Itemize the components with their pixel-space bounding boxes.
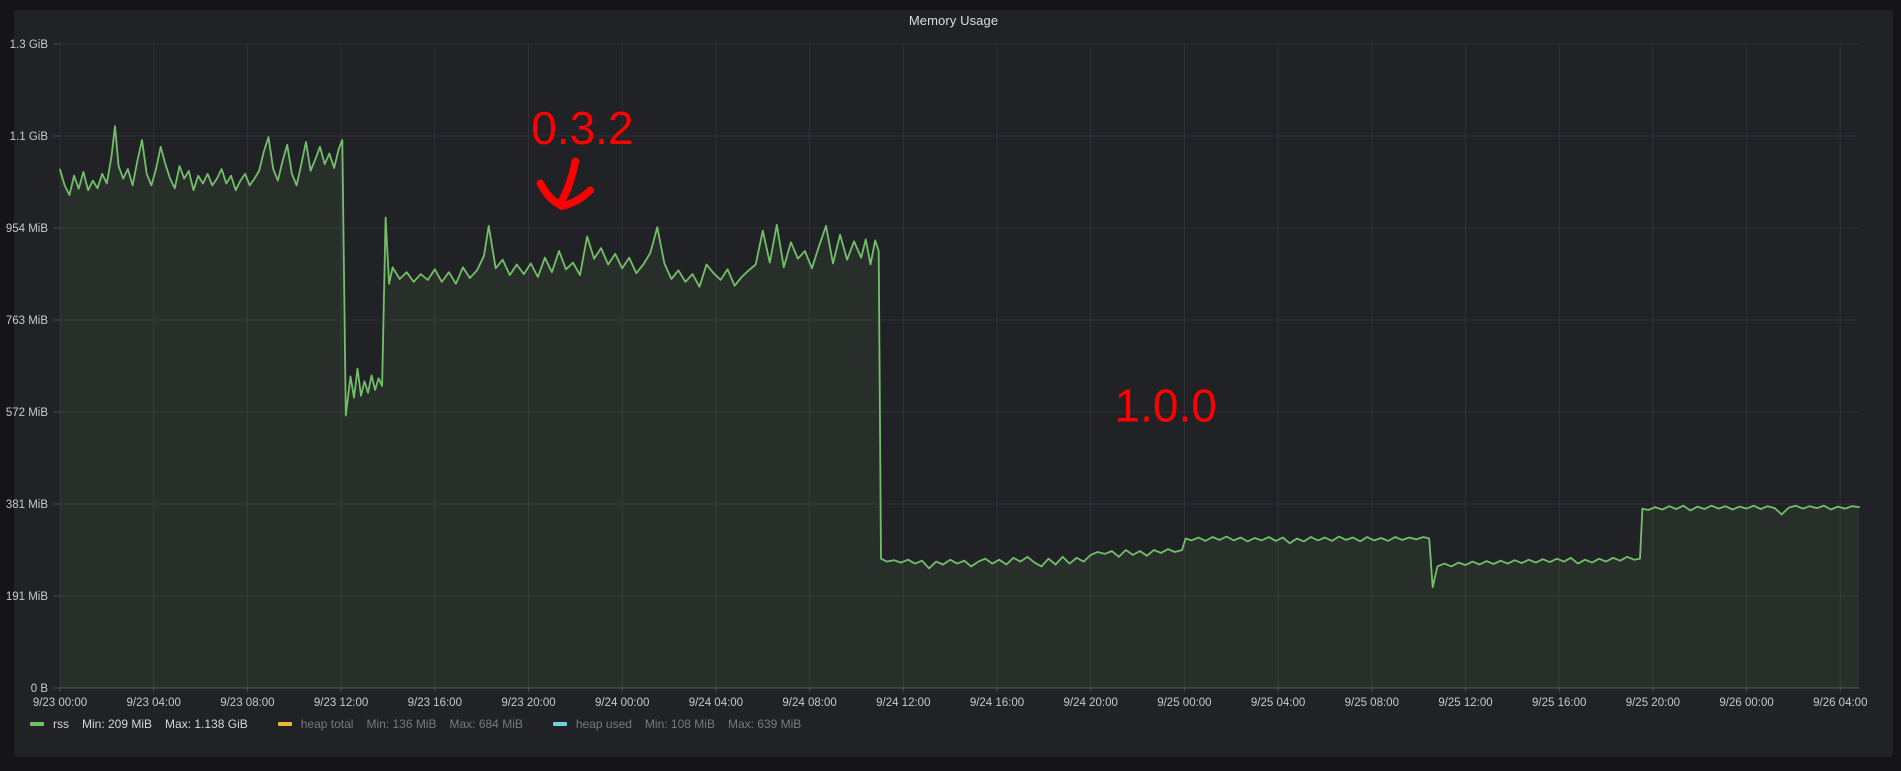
annotation-text: 0.3.2 [531,102,633,154]
y-axis-label: 381 MiB [6,499,49,511]
x-axis-label: 9/25 20:00 [1626,697,1680,709]
x-axis-label: 9/24 08:00 [782,697,836,709]
grafana-dashboard: Memory Usage 0 B191 MiB381 MiB572 MiB763… [0,0,1901,771]
y-axis-label: 1.1 GiB [10,131,49,143]
annotation-down-arrow [540,161,590,206]
legend-min-value: Min: 108 MiB [645,717,715,731]
x-axis-label: 9/25 04:00 [1251,697,1305,709]
x-axis-label: 9/25 00:00 [1157,697,1211,709]
x-axis-label: 9/23 20:00 [501,697,555,709]
legend-max-value: Max: 639 MiB [728,717,801,731]
legend: rss Min: 209 MiB Max: 1.138 GiB heap total M… [30,717,801,731]
legend-min-value: Min: 136 MiB [366,717,436,731]
legend-max-value: Max: 684 MiB [450,717,523,731]
y-axis-label: 0 B [31,683,49,695]
legend-series-name[interactable]: heap used [576,717,632,731]
x-axis-label: 9/26 00:00 [1719,697,1773,709]
legend-series-name[interactable]: heap total [301,717,354,731]
x-axis-label: 9/23 04:00 [127,697,181,709]
time-series-chart[interactable]: 0 B 191 MiB 381 MiB 572 MiB 763 MiB 954 MiB 1.… [0,0,1901,771]
legend-item-heap-used[interactable]: heap used Min: 108 MiB Max: 639 MiB [553,717,801,731]
annotation-text: 1.0.0 [1115,380,1217,432]
x-axis-label: 9/23 16:00 [408,697,462,709]
x-axis-label: 9/24 16:00 [970,697,1024,709]
x-axis-label: 9/24 20:00 [1064,697,1118,709]
rss-area-fill [60,126,1859,688]
legend-color-swatch [553,722,567,726]
x-axis-label: 9/24 00:00 [595,697,649,709]
legend-item-rss[interactable]: rss Min: 209 MiB Max: 1.138 GiB [30,717,248,731]
legend-series-name[interactable]: rss [53,717,69,731]
legend-max-value: Max: 1.138 GiB [165,717,248,731]
legend-item-heap-total[interactable]: heap total Min: 136 MiB Max: 684 MiB [278,717,523,731]
x-axis-label: 9/24 04:00 [689,697,743,709]
legend-color-swatch [278,722,292,726]
x-axis-label: 9/26 04:00 [1813,697,1867,709]
x-axis-label: 9/23 00:00 [33,697,87,709]
y-axis-label: 1.3 GiB [10,39,49,51]
y-axis-label: 763 MiB [6,315,49,327]
y-axis-label: 572 MiB [6,407,49,419]
x-axis-label: 9/23 12:00 [314,697,368,709]
x-axis-label: 9/25 16:00 [1532,697,1586,709]
y-axis-label: 191 MiB [6,591,49,603]
x-axis-label: 9/24 12:00 [876,697,930,709]
legend-color-swatch [30,722,44,726]
y-axis-label: 954 MiB [6,223,49,235]
legend-min-value: Min: 209 MiB [82,717,152,731]
x-axis-label: 9/25 08:00 [1345,697,1399,709]
x-axis-label: 9/23 08:00 [220,697,274,709]
x-axis-label: 9/25 12:00 [1438,697,1492,709]
